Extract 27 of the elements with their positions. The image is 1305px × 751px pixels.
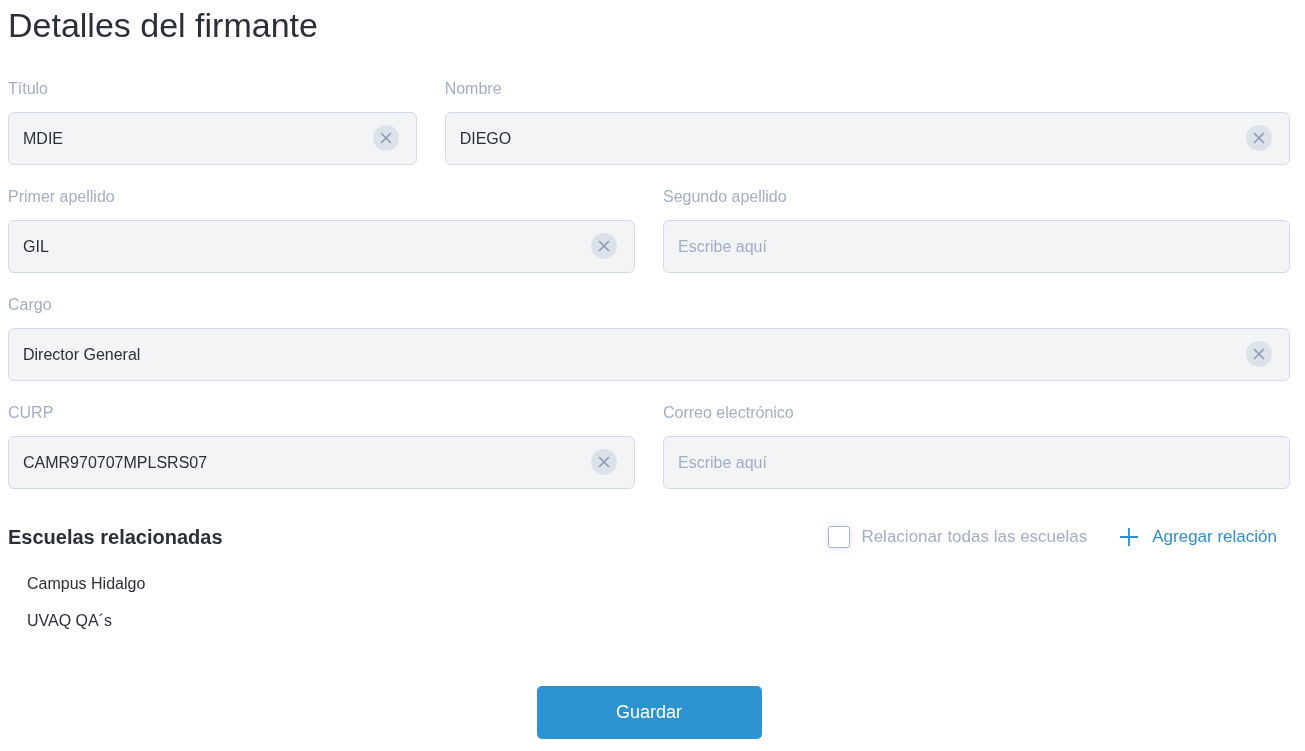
field-label: Segundo apellido (663, 187, 787, 207)
plus-icon (1120, 528, 1139, 546)
add-relation-link[interactable]: Agregar relación (1120, 526, 1277, 548)
text-field[interactable]: Escribe aquí (663, 220, 1290, 273)
clear-icon[interactable] (1246, 341, 1272, 367)
clear-icon[interactable] (591, 233, 617, 259)
text-field[interactable]: CAMR970707MPLSRS07 (8, 436, 635, 489)
field-label: Primer apellido (8, 187, 115, 207)
school-name: UVAQ QA´s (27, 611, 113, 631)
page-title: Detalles del firmante (8, 5, 318, 45)
text-field[interactable]: Director General (8, 328, 1290, 381)
clear-icon[interactable] (372, 125, 399, 151)
field-label: Nombre (444, 79, 502, 99)
checkbox[interactable] (828, 526, 851, 548)
checkbox-label: Relacionar todas las escuelas (861, 526, 1088, 548)
text-field[interactable]: DIEGO (444, 112, 1290, 165)
text-field[interactable]: GIL (8, 220, 635, 273)
field-label: Título (8, 79, 48, 99)
clear-icon[interactable] (591, 449, 617, 475)
field-label: CURP (8, 403, 54, 423)
field-label: Cargo (8, 295, 52, 315)
text-field[interactable]: Escribe aquí (663, 436, 1290, 489)
field-label: Correo electrónico (663, 403, 794, 423)
section-heading: Escuelas relacionadas (8, 525, 223, 550)
school-name: Campus Hidalgo (27, 574, 146, 594)
text-field[interactable]: MDIE (8, 112, 417, 165)
clear-icon[interactable] (1246, 125, 1272, 151)
